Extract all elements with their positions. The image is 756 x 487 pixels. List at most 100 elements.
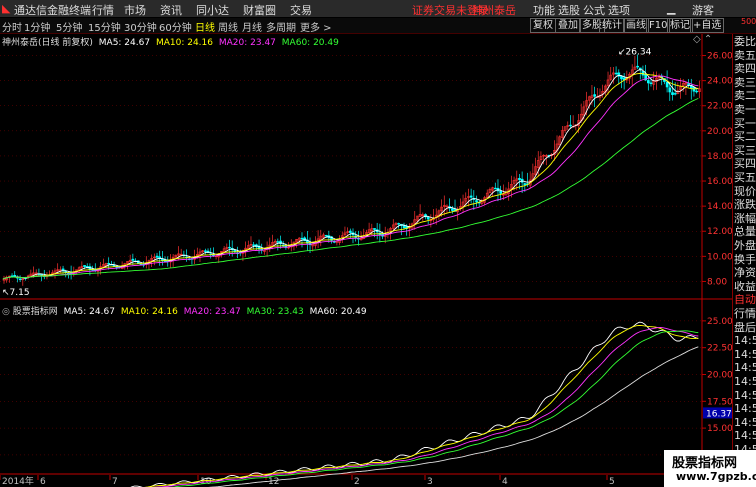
panel-settings-icon[interactable]: ◇ ⌃ bbox=[693, 34, 712, 45]
side-row: 净资 bbox=[734, 267, 756, 280]
candle-body bbox=[593, 94, 596, 97]
x-tick-label: 7 bbox=[112, 477, 118, 487]
side-row: 总量 bbox=[734, 226, 756, 239]
candle-body bbox=[303, 237, 307, 242]
candle-body bbox=[18, 278, 22, 281]
sub-tick-label: 17.50 bbox=[707, 397, 733, 407]
sub-panel-dot-icon: ◎ bbox=[2, 307, 10, 317]
sub-panel-title: 股票指标网 bbox=[12, 307, 58, 317]
candle-body bbox=[620, 75, 623, 80]
candle-body bbox=[276, 241, 280, 243]
side-row: 14:50 bbox=[734, 335, 756, 348]
candle-body bbox=[426, 216, 430, 220]
candle-body bbox=[300, 237, 304, 240]
sub-ma5-label: MA5: 24.67 bbox=[63, 307, 115, 317]
candle-body bbox=[64, 271, 68, 273]
side-row: 盘后 bbox=[734, 321, 756, 334]
main-ma10-label: MA10: 24.16 bbox=[155, 38, 213, 48]
kline-chart[interactable]: 26.00 24.00 22.00 20.00 18.00 16.00 14.00 12.00… bbox=[0, 0, 756, 487]
candle-body bbox=[649, 82, 653, 84]
main-ma5-label: MA5: 24.67 bbox=[98, 38, 151, 48]
main-tick-label: 22.00 bbox=[707, 102, 733, 112]
candle-body bbox=[569, 124, 572, 127]
side-row: 委比 bbox=[734, 36, 756, 48]
candle-body bbox=[493, 187, 497, 190]
sub-ma60-line bbox=[208, 346, 699, 487]
main-panel-title: 神州泰岳(日线 前复权) bbox=[2, 38, 93, 48]
candle-body bbox=[204, 250, 207, 252]
side-row: 买一 bbox=[734, 117, 756, 130]
sub-tick-label: 20.00 bbox=[707, 370, 733, 380]
sub-ma30-label: MA30: 23.43 bbox=[246, 307, 304, 317]
candle-body bbox=[614, 72, 618, 75]
main-ma10-line bbox=[2, 73, 699, 280]
candle-body bbox=[636, 65, 639, 68]
candle-body bbox=[499, 190, 503, 194]
candle-body bbox=[397, 223, 401, 225]
side-row: 自动 bbox=[734, 294, 756, 307]
side-row: 卖三 bbox=[734, 76, 756, 89]
sub-ma20-label: MA20: 23.47 bbox=[183, 307, 241, 317]
candle-body bbox=[107, 262, 111, 265]
candle-body bbox=[647, 80, 650, 84]
side-row: 涨幅 bbox=[734, 212, 756, 225]
side-row: 14:50 bbox=[734, 376, 756, 388]
main-tick-label: 18.00 bbox=[707, 152, 733, 162]
sub-ma5-line bbox=[130, 321, 699, 487]
candle-body bbox=[131, 258, 135, 261]
candle-body bbox=[451, 208, 454, 211]
x-tick-label: 12 bbox=[268, 477, 279, 487]
candle-body bbox=[324, 235, 328, 237]
candle-body bbox=[469, 195, 473, 198]
x-tick-label: 4 bbox=[502, 477, 508, 487]
candle-body bbox=[523, 183, 527, 186]
watermark-title: 股票指标网 bbox=[672, 456, 738, 471]
watermark-url: www.7gpzb.com bbox=[676, 470, 756, 483]
main-tick-label: 16.00 bbox=[707, 177, 733, 187]
sub-ma10-label: MA10: 24.16 bbox=[120, 307, 178, 317]
candle-body bbox=[673, 93, 677, 95]
candle-body bbox=[228, 246, 231, 249]
main-tick-label: 20.00 bbox=[707, 127, 733, 137]
side-row: 买五 bbox=[734, 172, 756, 184]
side-row: 14:50 bbox=[734, 389, 756, 402]
sub-tick-label: 15.00 bbox=[707, 424, 733, 434]
candle-body bbox=[641, 71, 645, 76]
sub-panel-header: ◎ 股票指标网 MA5: 24.67 MA10: 24.16 MA20: 23.… bbox=[2, 304, 367, 317]
main-tick-label: 26.00 bbox=[707, 52, 733, 62]
side-row: 14:50 bbox=[734, 416, 756, 429]
side-row: 14:50 bbox=[734, 403, 756, 416]
candle-body bbox=[349, 230, 352, 233]
candle-body bbox=[695, 90, 699, 93]
main-ma20-label: MA20: 23.47 bbox=[218, 38, 276, 48]
candle-body bbox=[373, 228, 376, 230]
side-row: 14:50 bbox=[734, 348, 756, 361]
candle-body bbox=[10, 275, 14, 277]
side-row: 买二 bbox=[734, 131, 756, 144]
side-row: 14:50 bbox=[734, 430, 756, 443]
side-row: 14:50 bbox=[734, 362, 756, 375]
side-row: 行情 bbox=[734, 308, 756, 320]
candle-body bbox=[671, 92, 674, 95]
main-ma20-line bbox=[2, 75, 699, 280]
sub-tick-label: 25.00 bbox=[707, 317, 733, 327]
side-row: 卖四 bbox=[734, 63, 756, 76]
main-ma60-label: MA60: 20.49 bbox=[281, 38, 339, 48]
side-row: 买三 bbox=[734, 144, 756, 157]
candle-body bbox=[155, 255, 159, 258]
x-tick-label: 3 bbox=[427, 477, 433, 487]
cursor-value-label: 16.37 bbox=[706, 409, 732, 419]
side-row: 换手 bbox=[734, 253, 756, 266]
main-tick-label: 14.00 bbox=[707, 202, 733, 212]
side-row: 买四 bbox=[734, 158, 756, 171]
candle-body bbox=[518, 177, 521, 181]
quote-side-panel: 委比 卖五 卖四 卖三 卖二 卖一 买一 买二 买三 买四 买五 现价 涨跌 涨幅 总量 外盘 换手 净资 收益 自动… bbox=[732, 34, 756, 487]
candle-body bbox=[475, 200, 478, 203]
main-tick-label: 10.00 bbox=[707, 252, 733, 262]
side-row: 卖五 bbox=[734, 49, 756, 62]
main-ma60-line bbox=[2, 97, 699, 280]
side-row: 外盘 bbox=[734, 240, 756, 252]
candle-body bbox=[665, 81, 669, 88]
main-panel-header: 神州泰岳(日线 前复权) MA5: 24.67 MA10: 24.16 MA20… bbox=[2, 35, 339, 48]
main-ma5-line bbox=[2, 69, 699, 280]
